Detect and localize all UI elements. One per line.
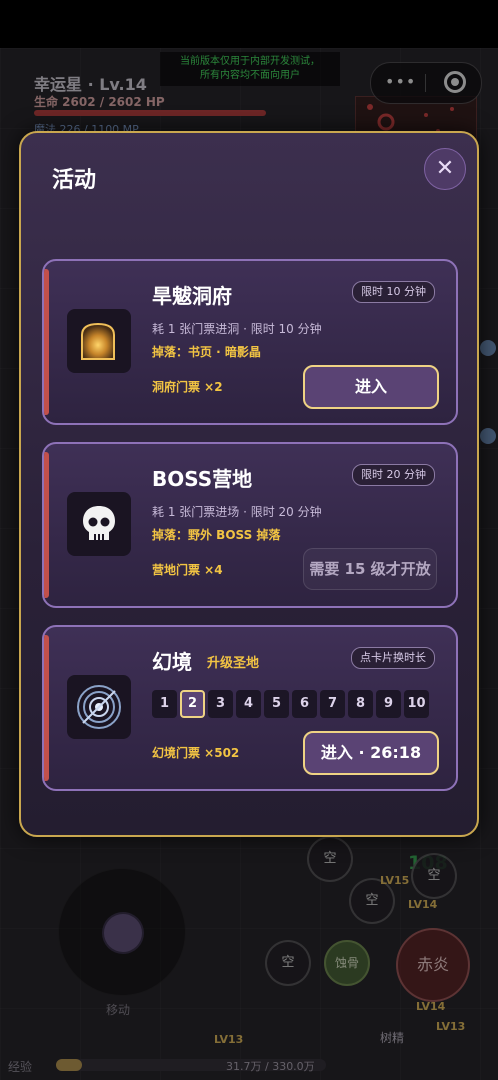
level-option[interactable]: 8 <box>348 690 373 718</box>
card-icon-box <box>67 309 131 373</box>
status-bar <box>0 0 498 48</box>
activity-card-cave: 旱魃洞府 限时 10 分钟 耗 1 张门票进洞 · 限时 10 分钟 掉落：书页… <box>42 259 458 425</box>
close-button[interactable]: ✕ <box>424 148 466 190</box>
level-option[interactable]: 10 <box>404 690 429 718</box>
level-option[interactable]: 2 <box>180 690 205 718</box>
enter-button[interactable]: 进入 <box>303 365 439 409</box>
skull-icon <box>83 506 115 540</box>
level-option[interactable]: 1 <box>152 690 177 718</box>
level-option[interactable]: 4 <box>236 690 261 718</box>
enter-timer-button[interactable]: 进入 · 26:18 <box>303 731 439 775</box>
ticket-count: 洞府门票 ×2 <box>152 380 223 394</box>
level-option[interactable]: 9 <box>376 690 401 718</box>
card-drops: 掉落：书页 · 暗影晶 <box>152 345 261 359</box>
card-icon-box <box>67 492 131 556</box>
activity-card-boss: BOSS营地 限时 20 分钟 耗 1 张门票进场 · 限时 20 分钟 掉落：… <box>42 442 458 608</box>
level-option[interactable]: 3 <box>208 690 233 718</box>
card-drops: 掉落：野外 BOSS 掉落 <box>152 528 281 542</box>
card-subtitle: 升级圣地 <box>207 656 260 671</box>
activity-modal: 活动 ✕ 旱魃洞府 限时 10 分钟 耗 1 张门票进洞 · 限时 10 分钟 … <box>19 131 479 837</box>
card-accent-stripe <box>44 269 49 415</box>
card-accent-stripe <box>44 452 49 598</box>
time-limit-badge: 限时 20 分钟 <box>352 464 435 486</box>
portal-icon <box>77 685 121 729</box>
card-accent-stripe <box>44 635 49 781</box>
level-option[interactable]: 7 <box>320 690 345 718</box>
card-info: 耗 1 张门票进场 · 限时 20 分钟 <box>152 505 322 519</box>
card-title: 旱魃洞府 <box>152 284 232 308</box>
ticket-count: 幻境门票 ×502 <box>152 746 240 760</box>
card-info: 耗 1 张门票进洞 · 限时 10 分钟 <box>152 322 322 336</box>
duration-hint-badge: 点卡片换时长 <box>351 647 435 669</box>
ticket-count: 营地门票 ×4 <box>152 563 223 577</box>
time-limit-badge: 限时 10 分钟 <box>352 281 435 303</box>
level-option[interactable]: 5 <box>264 690 289 718</box>
modal-title: 活动 <box>52 168 97 193</box>
card-icon-box <box>67 675 131 739</box>
close-icon: ✕ <box>435 156 455 181</box>
level-option[interactable]: 6 <box>292 690 317 718</box>
locked-enter-button[interactable]: 需要 15 级才开放 <box>303 548 437 590</box>
card-title: BOSS营地 <box>152 467 253 491</box>
glowing-door-icon <box>81 322 115 360</box>
activity-card-illusion: 幻境 升级圣地 点卡片换时长 1 2 3 4 5 6 7 8 9 10 幻境门票 ×502 进入 … <box>42 625 458 791</box>
level-selector: 1 2 3 4 5 6 7 8 9 10 <box>152 690 429 718</box>
card-title: 幻境 <box>152 650 192 674</box>
